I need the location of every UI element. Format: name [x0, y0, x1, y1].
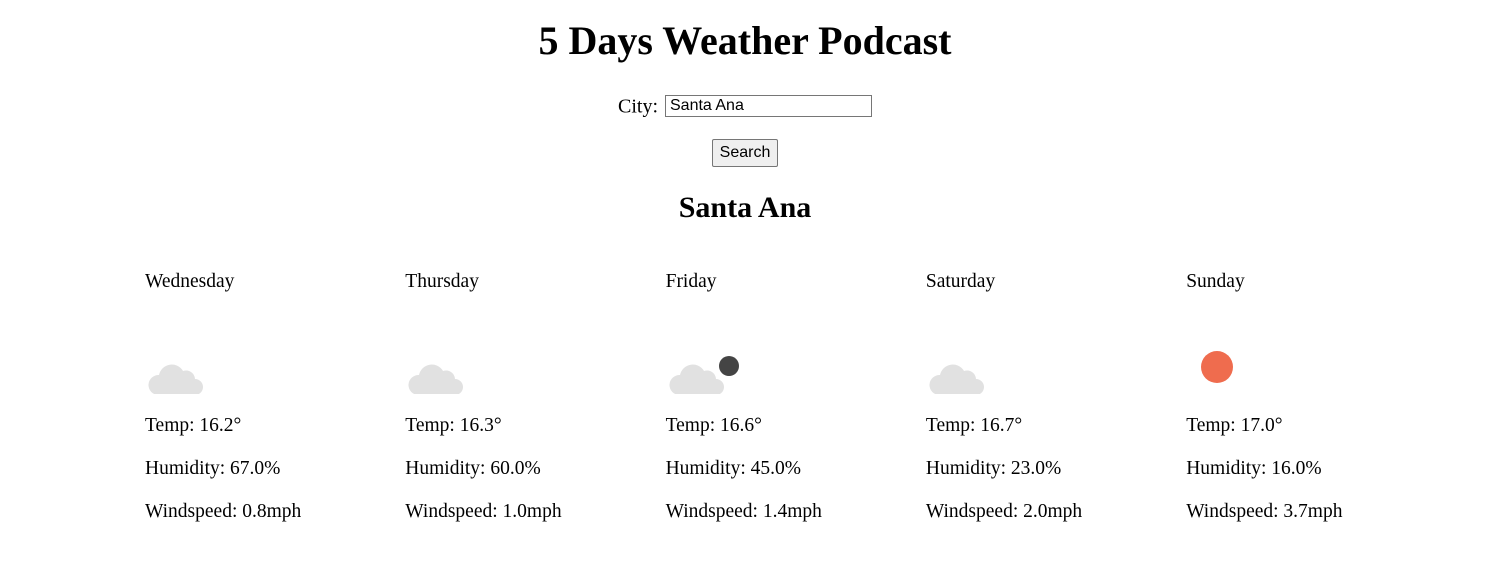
search-button-row: Search	[0, 139, 1490, 167]
weather-icon-slot	[1186, 324, 1266, 394]
day-name: Friday	[665, 271, 717, 292]
temp-value: Temp: 16.2°	[145, 415, 242, 436]
day-card: Sunday Temp: 17.0° Humidity: 16.0% Winds…	[1186, 268, 1446, 526]
cloud-icon	[148, 364, 203, 394]
weather-icon-slot	[666, 324, 746, 394]
day-card: Friday Temp: 16.6° Humidity: 45.0% Winds…	[666, 268, 926, 526]
weather-icon-slot	[926, 324, 1006, 394]
windspeed-value: Windspeed: 1.0mph	[405, 501, 562, 522]
day-name: Wednesday	[145, 271, 235, 292]
humidity-value: Humidity: 45.0%	[665, 458, 802, 479]
page-title: 5 Days Weather Podcast	[538, 18, 952, 63]
day-card: Saturday Temp: 16.7° Humidity: 23.0% Win…	[926, 268, 1186, 526]
city-heading: Santa Ana	[678, 191, 812, 224]
windspeed-value: Windspeed: 2.0mph	[925, 501, 1083, 522]
windspeed-value: Windspeed: 1.4mph	[665, 501, 822, 522]
humidity-value: Humidity: 60.0%	[405, 458, 541, 479]
cloud-icon	[408, 364, 464, 394]
day-name: Saturday	[925, 271, 996, 292]
search-button[interactable]: Search	[711, 139, 779, 167]
temp-value: Temp: 16.3°	[405, 415, 502, 436]
day-card: Wednesday Temp: 16.2° Humidity: 67.0% Wi…	[145, 268, 405, 526]
humidity-value: Humidity: 67.0%	[145, 458, 281, 479]
city-input[interactable]	[665, 95, 872, 118]
temp-value: Temp: 17.0°	[1186, 415, 1283, 436]
humidity-value: Humidity: 23.0%	[925, 458, 1062, 479]
sun-icon	[1201, 351, 1234, 383]
temp-value: Temp: 16.6°	[665, 415, 762, 436]
windspeed-value: Windspeed: 3.7mph	[1186, 501, 1343, 522]
day-name: Sunday	[1186, 271, 1245, 292]
cloud-icon	[929, 364, 984, 394]
weather-page: 5 Days Weather Podcast City: Search Sant…	[0, 0, 1503, 577]
city-label: City:	[617, 95, 658, 118]
day-card: Thursday Temp: 16.3° Humidity: 60.0% Win…	[405, 268, 665, 526]
forecast-list: Wednesday Temp: 16.2° Humidity: 67.0% Wi…	[145, 268, 1446, 526]
humidity-value: Humidity: 16.0%	[1186, 458, 1322, 479]
windspeed-value: Windspeed: 0.8mph	[145, 501, 302, 522]
weather-icon-slot	[145, 324, 225, 394]
temp-value: Temp: 16.7°	[925, 415, 1023, 436]
day-name: Thursday	[405, 271, 479, 292]
weather-icon-slot	[405, 324, 485, 394]
partly-cloudy-night-icon	[669, 356, 739, 394]
search-form: City:	[0, 91, 1490, 120]
